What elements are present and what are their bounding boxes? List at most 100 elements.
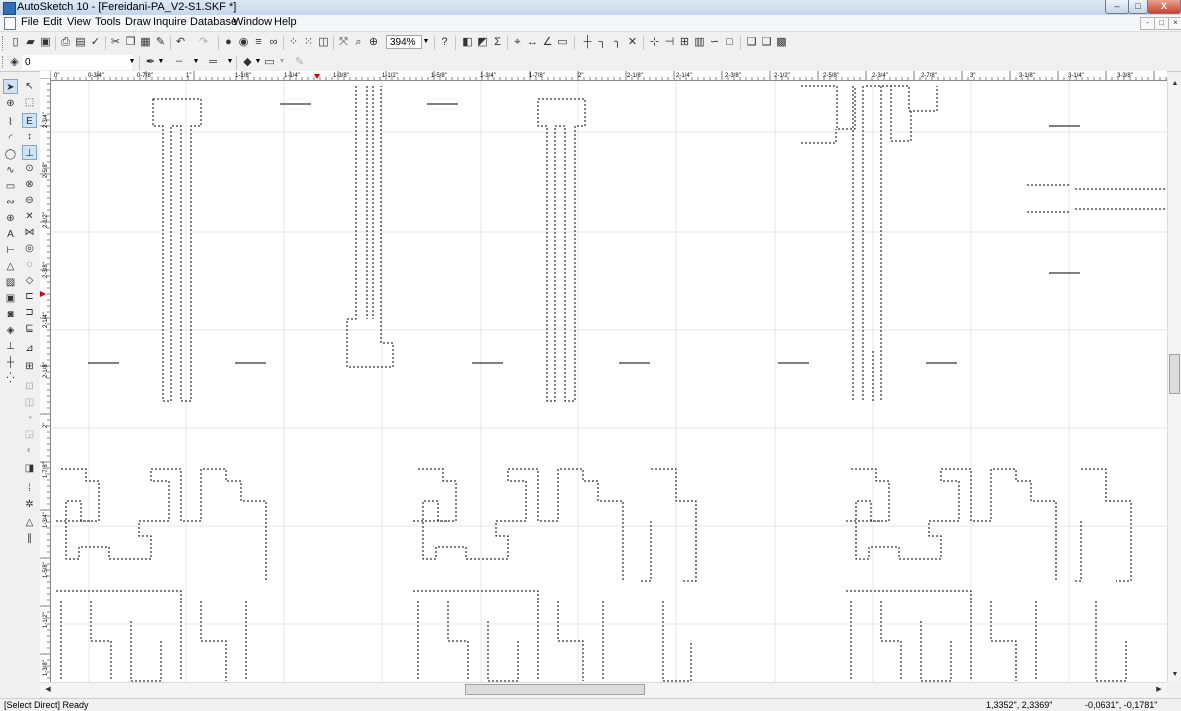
snap-mirror-icon[interactable]: ◐	[22, 443, 37, 458]
horizontal-scrollbar[interactable]: ◀ ▶	[40, 682, 1167, 697]
print-preview-icon[interactable]: ▤	[73, 35, 88, 50]
sum-icon[interactable]: Σ	[490, 35, 505, 50]
chevron-down-icon[interactable]: ▼	[157, 55, 165, 69]
select-window-icon[interactable]: ⬚	[22, 95, 37, 110]
group-icon[interactable]: ❏	[744, 35, 759, 50]
grid-icon[interactable]: ⁘	[286, 35, 301, 50]
crosshair-icon[interactable]: ┼	[3, 355, 18, 370]
snap-endpoint-icon[interactable]: E	[22, 113, 37, 128]
vertical-scrollbar[interactable]: ▲ ▼	[1167, 78, 1181, 682]
layer-select[interactable]: 0	[22, 55, 132, 70]
save-disk-icon[interactable]: ▣	[38, 35, 53, 50]
new-file-icon[interactable]: ▯	[8, 35, 23, 50]
snap-center-icon[interactable]: ⊙	[22, 161, 37, 176]
bring-front-icon[interactable]: ▩	[774, 35, 789, 50]
snap-insertion-icon[interactable]: ◇	[22, 273, 37, 288]
scroll-up-icon[interactable]: ▲	[1169, 78, 1181, 90]
copy-icon[interactable]: ❐	[123, 35, 138, 50]
pillar-shape[interactable]	[801, 85, 938, 401]
snap-icon[interactable]: ⁛	[3, 371, 18, 386]
snap-perpendicular-icon[interactable]: ⊥	[22, 145, 37, 160]
drawing-svg[interactable]	[51, 81, 1167, 682]
menu-window[interactable]: Window	[233, 16, 272, 28]
symbol-library-icon[interactable]: ●	[221, 35, 236, 50]
picture-icon[interactable]: ▣	[3, 291, 18, 306]
rectangle-icon[interactable]: ▭	[3, 179, 18, 194]
help-cursor-icon[interactable]: ?	[437, 35, 452, 50]
menu-draw[interactable]: Draw	[125, 16, 151, 28]
fillet-icon[interactable]: ╮	[610, 35, 625, 50]
hatch-tool-icon[interactable]: ▨	[3, 275, 18, 290]
redo-icon[interactable]: ↷	[196, 35, 211, 50]
chevron-down-icon[interactable]: ▼	[278, 55, 286, 69]
document-icon[interactable]	[4, 17, 16, 30]
format-painter-icon[interactable]: ✎	[153, 35, 168, 50]
dotted-grid-icon[interactable]: ⁞	[22, 481, 37, 496]
snap-nearest-icon[interactable]: ⋈	[22, 225, 37, 240]
menu-tools[interactable]: Tools	[95, 16, 121, 28]
toolbar-grip[interactable]	[2, 56, 6, 68]
snap-rotate-icon[interactable]: ◔	[22, 411, 37, 426]
stamp-icon[interactable]: ⊥	[3, 339, 18, 354]
zoom-tool-icon[interactable]: ⊕	[3, 96, 18, 111]
select-direct-icon[interactable]: ↖	[22, 79, 37, 94]
database-link-icon[interactable]: ≡	[251, 35, 266, 50]
pillar-shape[interactable]	[152, 98, 202, 402]
chevron-down-icon[interactable]: ▼	[254, 55, 262, 69]
mdi-restore-button[interactable]: □	[1154, 17, 1169, 30]
arrow-pointer-icon[interactable]: ➤	[3, 79, 18, 94]
snap-intersection-icon[interactable]: ✕	[22, 209, 37, 224]
snap-quadrant-icon[interactable]: ⊗	[22, 177, 37, 192]
gear-icon[interactable]: ✲	[22, 497, 37, 512]
ole-object-icon[interactable]: ◙	[3, 307, 18, 322]
property-brush-icon[interactable]: ✎	[292, 55, 307, 70]
horizontal-scroll-thumb[interactable]	[465, 684, 645, 695]
note-icon[interactable]: ▭	[555, 35, 570, 50]
snap-grid-point-icon[interactable]: ⊏	[22, 289, 37, 304]
chevron-down-icon[interactable]: ▼	[192, 55, 200, 69]
symbol-explorer-icon[interactable]: ◉	[236, 35, 251, 50]
paste-icon[interactable]: ▦	[138, 35, 153, 50]
zoom-level-input[interactable]: 394%	[386, 35, 422, 49]
menu-database[interactable]: Database	[190, 16, 237, 28]
chevron-down-icon[interactable]: ▼	[422, 35, 430, 49]
array-icon[interactable]: ⊞	[677, 35, 692, 50]
zoom-in-icon[interactable]: ⊕	[366, 35, 381, 50]
snap-grid-icon[interactable]: ⁙	[301, 35, 316, 50]
arc-icon[interactable]: ◜	[3, 131, 18, 146]
meander-ornament[interactable]	[56, 468, 267, 682]
coordinate-readout-icon[interactable]: ⌖	[510, 35, 525, 50]
snap-offset-icon[interactable]: ⊑	[22, 321, 37, 336]
open-folder-icon[interactable]: ▰	[23, 35, 38, 50]
pillar-shape[interactable]	[346, 86, 394, 368]
menu-file[interactable]: File	[21, 16, 39, 28]
scroll-right-icon[interactable]: ▶	[1153, 684, 1165, 696]
chevron-down-icon[interactable]: ▼	[226, 55, 234, 69]
pan-icon[interactable]: ⤧	[336, 35, 351, 50]
property-painter-icon[interactable]: ◩	[475, 35, 490, 50]
polyline-icon[interactable]: ⌇	[3, 115, 18, 130]
distance-icon[interactable]: ↔	[525, 35, 540, 50]
spellcheck-icon[interactable]: ✓	[88, 35, 103, 50]
snap-tangent-icon[interactable]: ⊖	[22, 193, 37, 208]
angle-lock-icon[interactable]: △	[22, 515, 37, 530]
snap-scale-icon[interactable]: ◲	[22, 427, 37, 442]
dashed-edge[interactable]	[1027, 184, 1167, 213]
angle-icon[interactable]: ∠	[540, 35, 555, 50]
snap-track-icon[interactable]: ◫	[22, 395, 37, 410]
toolbar-grip[interactable]	[2, 36, 6, 50]
pen-width-icon[interactable]: ═	[201, 55, 225, 70]
meander-ornament[interactable]	[846, 468, 1132, 682]
circle-icon[interactable]: ◯	[3, 147, 18, 162]
cut-icon[interactable]: ✂	[108, 35, 123, 50]
maximize-button[interactable]: □	[1128, 0, 1148, 14]
menu-view[interactable]: View	[67, 16, 91, 28]
chevron-down-icon[interactable]: ▼	[128, 55, 136, 69]
snap-extension-icon[interactable]: ◌	[22, 257, 37, 272]
scroll-left-icon[interactable]: ◀	[42, 684, 54, 696]
properties-icon[interactable]: ◧	[460, 35, 475, 50]
pause-icon[interactable]: ∥	[22, 531, 37, 546]
pen-color-icon[interactable]: ✒	[143, 55, 158, 70]
menu-inquire[interactable]: Inquire	[153, 16, 187, 28]
mdi-minimize-button[interactable]: -	[1140, 17, 1155, 30]
